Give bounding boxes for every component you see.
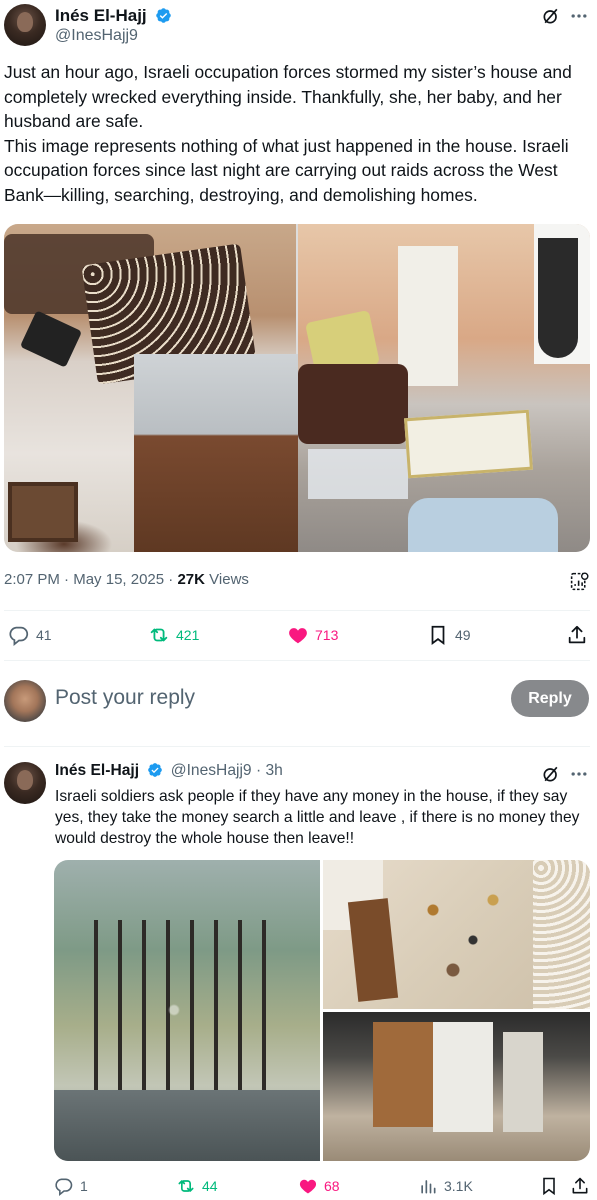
like-action[interactable]: 68 <box>298 1176 340 1196</box>
author-name[interactable]: Inés El-Hajj <box>55 6 147 25</box>
reply-icon <box>9 626 29 646</box>
bookmark-icon[interactable] <box>539 1176 559 1196</box>
post-media[interactable] <box>4 224 590 552</box>
reply-input[interactable]: Post your reply <box>55 686 195 710</box>
author-avatar[interactable] <box>4 4 46 46</box>
repost-count: 421 <box>176 627 200 643</box>
like-count: 713 <box>315 627 339 643</box>
share-icon[interactable] <box>570 1176 590 1196</box>
photo-living-room[interactable] <box>4 224 304 552</box>
photo-kitchen[interactable] <box>323 1012 590 1161</box>
analytics-icon[interactable] <box>569 571 590 592</box>
reply-action[interactable]: 1 <box>54 1176 88 1196</box>
divider <box>4 746 590 747</box>
divider <box>4 610 590 611</box>
author-avatar[interactable] <box>4 762 46 804</box>
post-text: Israeli soldiers ask people if they have… <box>55 788 580 848</box>
current-user-avatar[interactable] <box>4 680 46 722</box>
post-date[interactable]: May 15, 2025 <box>73 571 164 588</box>
bookmark-count: 49 <box>455 627 471 643</box>
post-media[interactable] <box>54 860 590 1161</box>
views-count: 3.1K <box>444 1178 473 1194</box>
share-icon[interactable] <box>566 624 588 646</box>
reply-count: 41 <box>36 627 52 643</box>
bookmark-action[interactable]: 49 <box>427 624 471 646</box>
author-handle[interactable]: @InesHajj9 <box>171 762 252 779</box>
reply-count: 1 <box>80 1178 88 1194</box>
reply-action[interactable]: 41 <box>8 624 52 646</box>
reply-icon <box>55 1178 73 1196</box>
like-action[interactable]: 713 <box>287 624 338 646</box>
photo-bedroom[interactable] <box>298 224 590 552</box>
reply-button[interactable]: Reply <box>511 680 589 717</box>
grok-icon[interactable] <box>541 6 561 26</box>
photo-broken-window[interactable] <box>54 860 320 1161</box>
bookmark-icon <box>431 625 445 645</box>
views-count: 27K <box>177 571 205 588</box>
repost-count: 44 <box>202 1178 218 1194</box>
post-time[interactable]: 2:07 PM <box>4 571 60 588</box>
author-name[interactable]: Inés El-Hajj <box>55 762 139 779</box>
views-icon <box>421 1180 436 1194</box>
post2-header: Inés El-Hajj @InesHajj9 · 3h <box>55 762 283 779</box>
repost-icon <box>150 628 168 642</box>
post-meta: 2:07 PM · May 15, 2025 · 27K Views <box>4 571 249 588</box>
like-count: 68 <box>324 1178 340 1194</box>
heart-icon <box>299 1179 317 1194</box>
post-text: Just an hour ago, Israeli occupation for… <box>4 62 572 205</box>
author-name-row[interactable]: Inés El-Hajj <box>55 6 172 26</box>
author-handle[interactable]: @InesHajj9 <box>55 27 138 45</box>
verified-badge-icon <box>148 763 163 777</box>
post-age[interactable]: 3h <box>265 762 282 779</box>
repost-action[interactable]: 44 <box>176 1176 218 1196</box>
more-icon[interactable] <box>569 764 589 784</box>
divider <box>4 660 590 661</box>
more-icon[interactable] <box>569 6 589 26</box>
verified-badge-icon <box>156 8 171 23</box>
views-label: Views <box>209 571 249 588</box>
repost-action[interactable]: 421 <box>148 624 199 646</box>
photo-floor-debris[interactable] <box>323 860 590 1009</box>
heart-icon <box>289 628 307 644</box>
repost-icon <box>178 1180 194 1192</box>
views-action[interactable]: 3.1K <box>418 1176 473 1196</box>
grok-icon[interactable] <box>541 764 561 784</box>
